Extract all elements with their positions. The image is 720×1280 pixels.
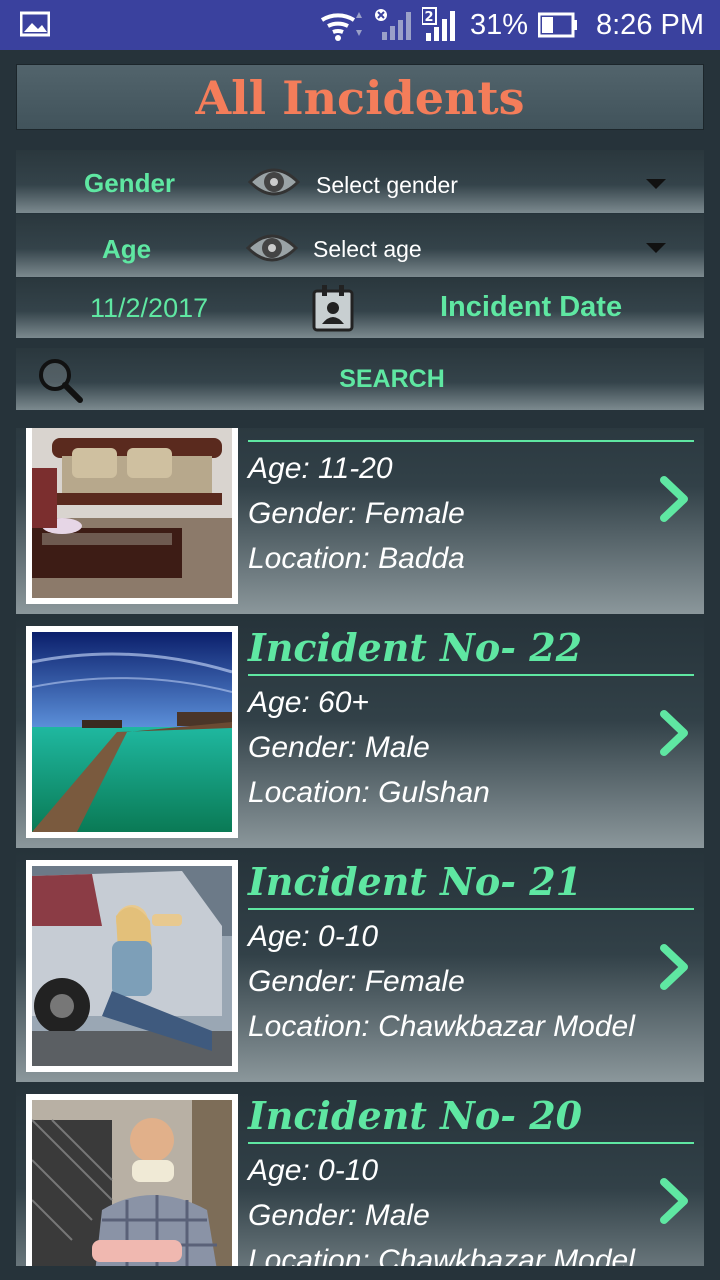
incident-location: Location: Chawkbazar Model [248, 1244, 635, 1266]
status-bar: 2 31% 8:26 PM [0, 0, 720, 50]
chevron-right-icon[interactable] [658, 1178, 690, 1224]
gallery-icon [20, 11, 50, 37]
wifi-icon [320, 12, 362, 41]
incident-gender: Gender: Male [248, 731, 430, 764]
incident-image-injured-man [26, 1094, 238, 1266]
sim-slot-label: 2 [424, 10, 433, 25]
eye-icon [248, 168, 300, 196]
incident-age: Age: 0-10 [248, 1154, 379, 1187]
chevron-right-icon[interactable] [658, 944, 690, 990]
incident-image-living-room [26, 428, 238, 604]
incident-card[interactable]: Incident No- 23 Age: 11-20 Gender: Femal… [16, 428, 704, 614]
search-label: SEARCH [339, 365, 445, 393]
incident-gender: Gender: Female [248, 965, 465, 998]
calendar-icon[interactable] [312, 284, 354, 332]
date-filter-row: 11/2/2017 Incident Date [16, 278, 704, 338]
incident-gender: Gender: Female [248, 497, 465, 530]
age-label: Age [102, 234, 152, 264]
incident-list[interactable]: Incident No- 23 Age: 11-20 Gender: Femal… [16, 428, 704, 1266]
chevron-right-icon[interactable] [658, 710, 690, 756]
search-button[interactable]: SEARCH [16, 348, 704, 410]
gender-filter-row: Gender Select gender [16, 150, 704, 213]
gender-select-value: Select gender [316, 172, 458, 198]
signal-muted-icon [374, 9, 411, 40]
incident-image-ocean-pier [26, 626, 238, 838]
chevron-right-icon[interactable] [658, 476, 690, 522]
incident-title: Incident No- 22 [248, 622, 694, 676]
incident-title: Incident No- 21 [248, 856, 694, 910]
age-filter-row: Age Select age [16, 214, 704, 277]
incident-title: Incident No- 20 [248, 1090, 694, 1144]
chevron-down-icon [646, 243, 666, 253]
incident-location: Location: Gulshan [248, 776, 490, 809]
app-header: All Incidents [16, 64, 704, 130]
incident-card[interactable]: Incident No- 21 Age: 0-10 Gender: Female… [16, 850, 704, 1082]
incident-location: Location: Chawkbazar Model [248, 1010, 635, 1043]
chevron-down-icon [646, 179, 666, 189]
incident-date-value[interactable]: 11/2/2017 [90, 293, 208, 324]
incident-card[interactable]: Incident No- 20 Age: 0-10 Gender: Male L… [16, 1084, 704, 1266]
incident-age: Age: 60+ [248, 686, 369, 719]
incident-gender: Gender: Male [248, 1199, 430, 1232]
age-select-value: Select age [313, 236, 422, 262]
incident-date-label[interactable]: Incident Date [440, 291, 622, 324]
battery-icon [538, 12, 577, 38]
incident-location: Location: Badda [248, 542, 465, 575]
incident-age: Age: 0-10 [248, 920, 379, 953]
incident-card[interactable]: Incident No- 22 Age: 60+ Gender: Male Lo… [16, 616, 704, 848]
incident-image-car-accident [26, 860, 238, 1072]
page-title: All Incidents [195, 71, 525, 125]
gender-label: Gender [84, 168, 176, 198]
incident-title: Incident No- 23 [248, 428, 694, 442]
eye-icon [246, 234, 298, 262]
clock: 8:26 PM [596, 8, 704, 41]
battery-percent: 31% [469, 8, 528, 41]
signal-icon: 2 [421, 7, 455, 41]
incident-age: Age: 11-20 [248, 452, 393, 485]
